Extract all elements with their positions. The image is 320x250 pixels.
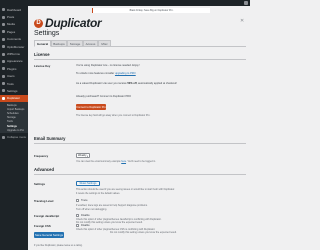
license-line-2: To unlock more features consider upgradi… (76, 72, 136, 75)
foreign-js-label: Foreign JavaScript (34, 214, 60, 218)
tab-general[interactable]: General (34, 40, 51, 47)
license-line-4: Already purchased? Connect to Duplicator… (76, 95, 132, 98)
divider (34, 174, 246, 175)
tab-storage[interactable]: Storage (67, 40, 83, 47)
trace-desc-2: Turn off when not debugging. (76, 208, 107, 211)
close-icon[interactable]: ✕ (240, 18, 244, 24)
media-icon (2, 22, 5, 26)
comment-icon (2, 37, 5, 41)
sidebar-item-dashboard[interactable]: Dashboard (0, 6, 28, 13)
license-note: The license key field will go away when … (76, 114, 151, 117)
duplicator-submenu: Backups Import Backups Schedules Storage… (0, 102, 28, 134)
page-icon (2, 30, 5, 34)
tab-backups[interactable]: Backups (51, 40, 67, 47)
settings-icon (2, 89, 5, 93)
tab-access[interactable]: Access (83, 40, 98, 47)
frequency-label: Frequency (34, 154, 49, 158)
sidebar-item-wpforms[interactable]: WPForms (0, 50, 28, 57)
foreign-css-desc-2: Do not modify this setting unless you kn… (110, 230, 177, 234)
plugin-icon (2, 67, 5, 71)
users-icon (2, 74, 5, 78)
trace-checkbox-label: Trace (81, 199, 88, 202)
foreign-js-checkbox-label: Disable (81, 214, 90, 217)
duplicator-logo-icon: D (34, 18, 43, 28)
license-key-label: License Key (34, 64, 51, 68)
reset-desc-2: It resets the settings to the default va… (76, 192, 121, 195)
license-heading: License (34, 52, 50, 57)
chevron-down-icon: ▾ (86, 154, 88, 158)
tab-misc[interactable]: Misc (98, 40, 111, 47)
optinmonster-icon (2, 45, 5, 49)
wrench-icon (2, 82, 5, 86)
admin-bar (0, 0, 250, 6)
reset-desc-1: This action should be used if you are se… (76, 188, 175, 191)
settings-tabs: General Backups Storage Access Misc (34, 40, 246, 47)
dashboard-icon (2, 8, 5, 12)
sidebar-item-pages[interactable]: Pages (0, 28, 28, 35)
brand: D Duplicator (34, 16, 102, 30)
foreign-js-checkbox[interactable] (76, 214, 79, 217)
submenu-upgrade[interactable]: Upgrade to Pro (0, 128, 28, 132)
trace-desc-1: If enabled, trace logs are saved to help… (76, 204, 148, 207)
license-line-3: As a valued Duplicator Lite user you rec… (76, 82, 177, 85)
sidebar-item-tools[interactable]: Tools (0, 80, 28, 87)
promo-notice[interactable]: Black Friday: Save Big on Duplicator Pro… (92, 8, 210, 13)
reset-settings-button[interactable]: Reset Settings (76, 181, 100, 186)
email-summary-desc: You can view the email summary example h… (76, 160, 156, 163)
footer-text: If you like Duplicator, please leave us … (34, 244, 83, 247)
connect-pro-button[interactable]: Connect to Duplicator Pro (76, 104, 106, 110)
sidebar-item-posts[interactable]: Posts (0, 13, 28, 20)
sidebar-item-plugins[interactable]: Plugins (0, 65, 28, 72)
admin-sidebar: Dashboard Posts Media Pages Comments Opt… (0, 6, 28, 250)
sidebar-item-users[interactable]: Users (0, 73, 28, 80)
sidebar-item-appearance[interactable]: Appearance (0, 58, 28, 65)
tracelog-label: Tracelog Level (34, 199, 54, 203)
duplicator-icon (2, 96, 5, 100)
frequency-select[interactable]: Weekly ▾ (76, 153, 90, 158)
user-avatar[interactable] (244, 1, 248, 5)
advanced-heading: Advanced (34, 167, 55, 172)
sidebar-item-optinmonster[interactable]: OptinMonster (0, 43, 28, 50)
collapse-menu[interactable]: Collapse menu (0, 133, 28, 140)
license-line-1: You're using Duplicator Lite - no licens… (76, 64, 140, 67)
settings-label: Settings (34, 182, 46, 186)
upgrade-link[interactable]: upgrading to PRO (115, 72, 136, 75)
page-title: Settings (34, 30, 60, 37)
email-summary-heading: Email Summary (34, 136, 66, 141)
brush-icon (2, 59, 5, 63)
wpforms-icon (2, 52, 5, 56)
sidebar-item-duplicator[interactable]: Duplicator (0, 94, 28, 103)
collapse-icon (2, 135, 5, 139)
foreign-css-label: Foreign CSS (34, 224, 51, 228)
pin-icon (2, 15, 5, 19)
sidebar-item-settings[interactable]: Settings (0, 87, 28, 94)
save-settings-button[interactable]: Save General Settings (34, 232, 64, 238)
brand-name: Duplicator (45, 16, 102, 30)
divider (34, 59, 246, 60)
divider (34, 143, 246, 144)
sidebar-item-media[interactable]: Media (0, 21, 28, 28)
trace-checkbox[interactable] (76, 199, 79, 202)
sidebar-item-comments[interactable]: Comments (0, 36, 28, 43)
